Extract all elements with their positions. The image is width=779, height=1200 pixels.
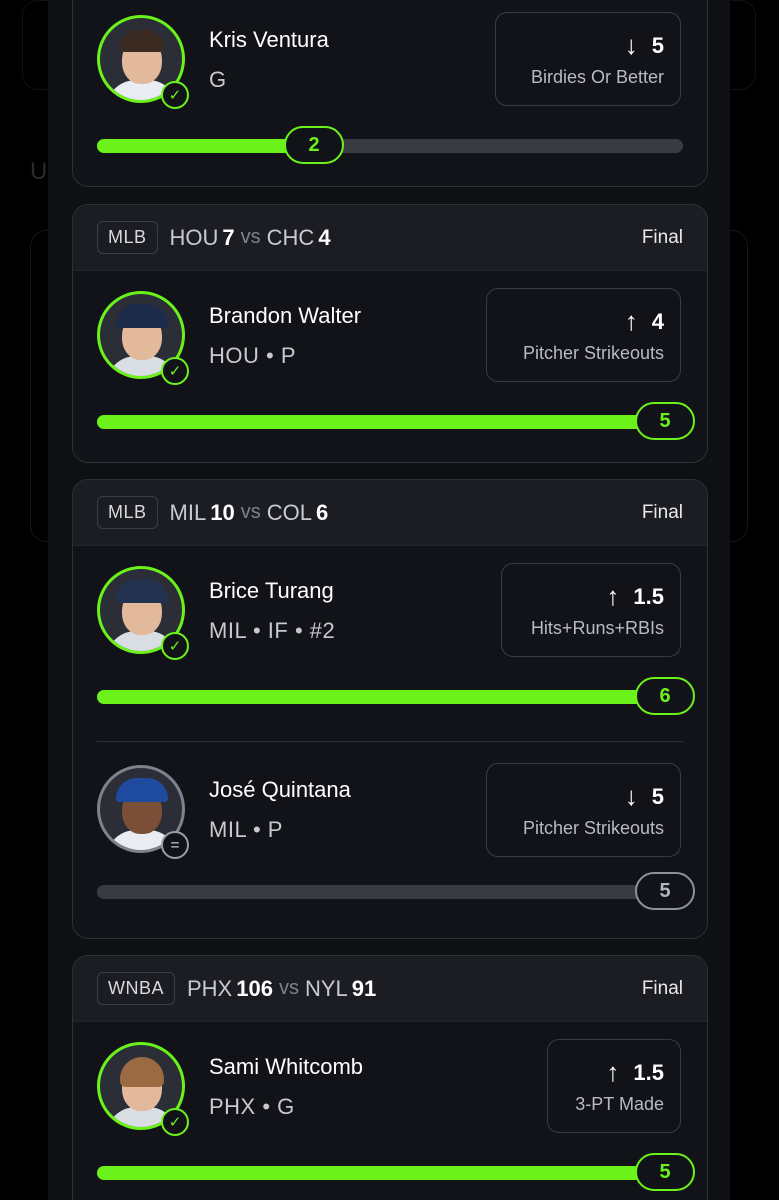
vs-label: vs	[240, 226, 261, 248]
progress-bar: 6	[97, 677, 695, 715]
check-circle-icon: ✓	[161, 357, 189, 385]
pick-row-sami-whitcomb[interactable]: ✓ Sami Whitcomb PHX • G ↑ 1.5 3-PT Made …	[73, 1022, 707, 1200]
progress-fill	[97, 1166, 683, 1180]
stat-type: Pitcher Strikeouts	[522, 343, 664, 363]
result-pill: 5	[635, 872, 695, 910]
league-badge: MLB	[97, 221, 158, 254]
projection-box[interactable]: ↓ 5 Pitcher Strikeouts	[486, 763, 681, 857]
player-name: Brice Turang	[209, 578, 334, 603]
away-score: 6	[315, 499, 329, 525]
away-score: 4	[318, 224, 331, 250]
projection-line: 4	[651, 308, 664, 334]
game-status: Final	[641, 226, 683, 248]
result-pill: 5	[635, 1153, 695, 1191]
pick-row-jose-quintana[interactable]: = José Quintana MIL • P ↓ 5 Pitcher Stri…	[73, 741, 707, 938]
game-header: MLB MIL 10 vs COL 6 Final	[73, 480, 707, 546]
projection-box[interactable]: ↑ 1.5 Hits+Runs+RBIs	[501, 563, 681, 657]
projection-box[interactable]: ↑ 1.5 3-PT Made	[547, 1039, 681, 1133]
player-meta: MIL • P	[209, 817, 283, 842]
result-pill: 5	[635, 402, 695, 440]
home-team: MIL	[169, 499, 207, 525]
away-score: 91	[351, 975, 377, 1001]
game-card[interactable]: MLB MIL 10 vs COL 6 Final ✓ Brice Turang…	[72, 479, 708, 939]
arrow-down-icon: ↓	[624, 781, 638, 811]
home-score: 10	[210, 499, 235, 525]
projection-line: 5	[651, 783, 664, 809]
pick-row-brandon-walter[interactable]: ✓ Brandon Walter HOU • P ↑ 4 Pitcher Str…	[73, 271, 707, 462]
home-score: 106	[236, 975, 273, 1001]
away-team: COL	[266, 499, 312, 525]
projection-line: 5	[651, 32, 664, 58]
result-pill: 6	[635, 677, 695, 715]
game-header: MLB HOU 7 vs CHC 4 Final	[73, 205, 707, 271]
progress-fill	[97, 885, 683, 899]
arrow-up-icon: ↑	[606, 1057, 620, 1087]
home-team: PHX	[187, 975, 233, 1001]
arrow-up-icon: ↑	[606, 581, 620, 611]
game-card[interactable]: MLB HOU 7 vs CHC 4 Final ✓ Brandon Walte…	[72, 204, 708, 463]
home-score: 7	[222, 224, 235, 250]
projection-line: 1.5	[633, 1059, 664, 1085]
player-name: José Quintana	[209, 777, 351, 802]
player-meta: MIL • IF • #2	[209, 618, 336, 643]
result-pill: 2	[284, 126, 344, 164]
progress-bar: 5	[97, 872, 695, 910]
progress-fill	[97, 415, 683, 429]
stat-type: Birdies Or Better	[530, 67, 664, 87]
arrow-down-icon: ↓	[624, 30, 638, 60]
projection-line: 1.5	[633, 583, 664, 609]
pick-card[interactable]: ✓ Kris Ventura G ↓ 5 Birdies Or Better 2	[72, 0, 708, 187]
player-meta: HOU • P	[209, 343, 296, 368]
game-header: WNBA PHX 106 vs NYL 91 Final	[73, 956, 707, 1022]
progress-bar: 2	[97, 126, 683, 164]
game-status: Final	[641, 977, 683, 999]
vs-label: vs	[240, 501, 261, 523]
pick-row-brice-turang[interactable]: ✓ Brice Turang MIL • IF • #2 ↑ 1.5 Hits+…	[73, 546, 707, 741]
vs-label: vs	[278, 977, 299, 999]
check-circle-icon: ✓	[161, 632, 189, 660]
progress-bar: 5	[97, 402, 695, 440]
home-team: HOU	[169, 224, 219, 250]
game-status: Final	[641, 501, 683, 523]
player-meta: PHX • G	[209, 1094, 295, 1119]
check-circle-icon: ✓	[161, 81, 189, 109]
away-team: NYL	[304, 975, 348, 1001]
progress-bar: 5	[97, 1153, 695, 1191]
player-name: Sami Whitcomb	[209, 1054, 364, 1079]
projection-box[interactable]: ↓ 5 Birdies Or Better	[495, 12, 681, 106]
stat-type: Pitcher Strikeouts	[522, 818, 664, 838]
equals-circle-icon: =	[161, 831, 189, 859]
stat-type: 3-PT Made	[575, 1094, 664, 1114]
game-card[interactable]: WNBA PHX 106 vs NYL 91 Final ✓ Sami Whit…	[72, 955, 708, 1200]
league-badge: MLB	[97, 496, 158, 529]
pick-row-kris-ventura[interactable]: ✓ Kris Ventura G ↓ 5 Birdies Or Better 2	[73, 0, 707, 186]
arrow-up-icon: ↑	[624, 306, 638, 336]
check-circle-icon: ✓	[161, 1108, 189, 1136]
progress-fill	[97, 139, 314, 153]
player-name: Kris Ventura	[209, 27, 329, 52]
player-name: Brandon Walter	[209, 303, 362, 328]
stat-type: Hits+Runs+RBIs	[530, 618, 664, 638]
league-badge: WNBA	[97, 972, 175, 1005]
progress-fill	[97, 690, 683, 704]
background-text: U	[30, 158, 48, 185]
player-meta: G	[209, 67, 227, 92]
away-team: CHC	[266, 224, 315, 250]
projection-box[interactable]: ↑ 4 Pitcher Strikeouts	[486, 288, 681, 382]
